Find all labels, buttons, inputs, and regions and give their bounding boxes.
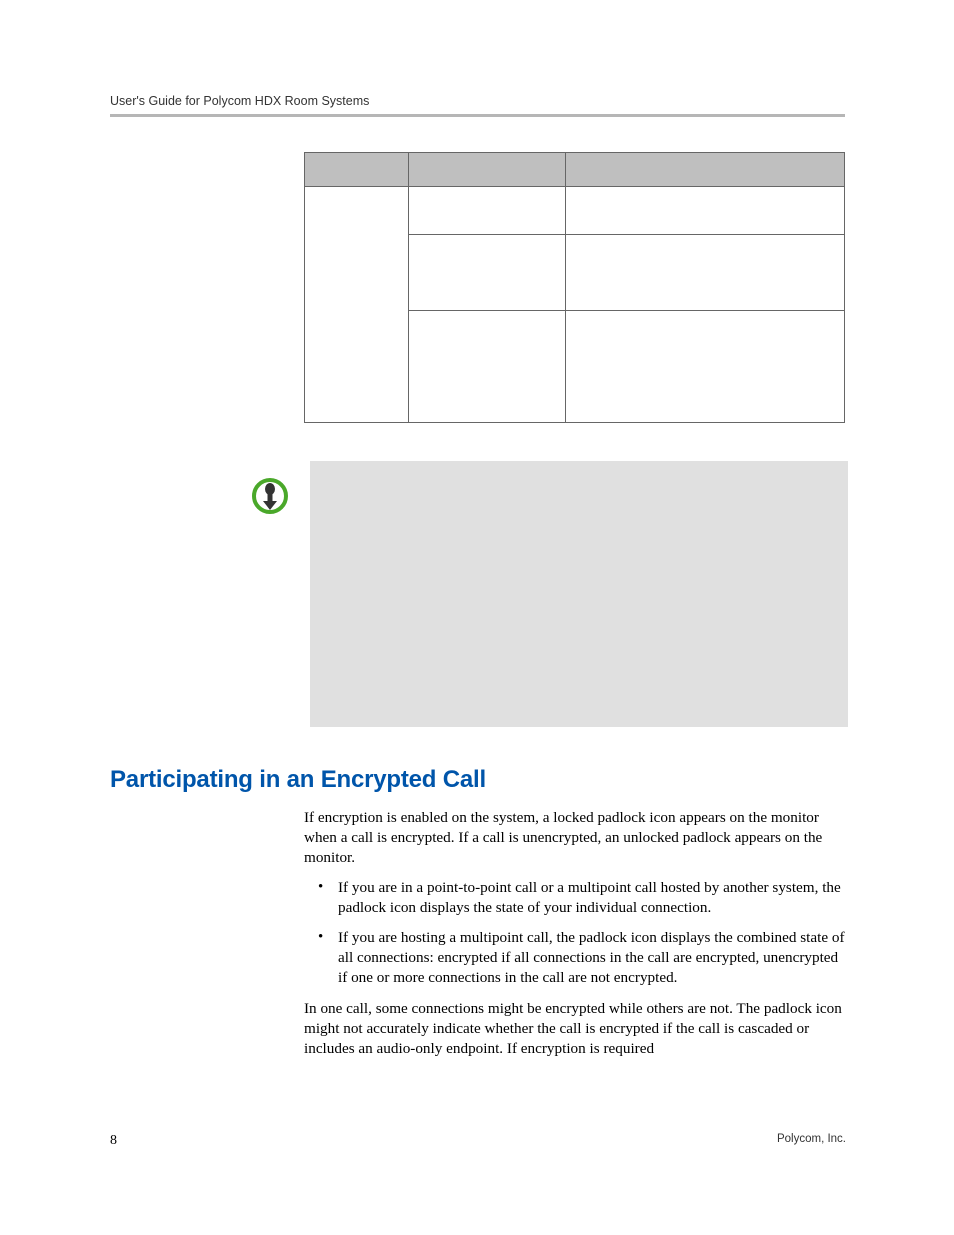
- paragraph: If encryption is enabled on the system, …: [304, 808, 846, 868]
- section-heading: Participating in an Encrypted Call: [110, 766, 486, 794]
- running-head: User's Guide for Polycom HDX Room System…: [110, 94, 369, 108]
- tip-infobox: [310, 461, 848, 727]
- table-cell: [305, 187, 409, 423]
- page-number: 8: [110, 1133, 117, 1149]
- list-item: If you are hosting a multipoint call, th…: [304, 928, 846, 988]
- table-row: [305, 187, 845, 235]
- table-cell: [408, 235, 565, 311]
- table-header-cell: [565, 153, 845, 187]
- table-header-row: [305, 153, 845, 187]
- tip-icon: [250, 476, 290, 516]
- table-cell: [408, 187, 565, 235]
- list-item: If you are in a point-to-point call or a…: [304, 878, 846, 918]
- table-cell: [565, 311, 845, 423]
- reference-table: [304, 152, 845, 423]
- body-text: If encryption is enabled on the system, …: [304, 808, 846, 1069]
- table-header-cell: [408, 153, 565, 187]
- header-rule: [110, 114, 845, 117]
- paragraph: In one call, some connections might be e…: [304, 999, 846, 1059]
- table-cell: [408, 311, 565, 423]
- table-header-cell: [305, 153, 409, 187]
- table-cell: [565, 235, 845, 311]
- footer-company: Polycom, Inc.: [777, 1133, 846, 1145]
- table-cell: [565, 187, 845, 235]
